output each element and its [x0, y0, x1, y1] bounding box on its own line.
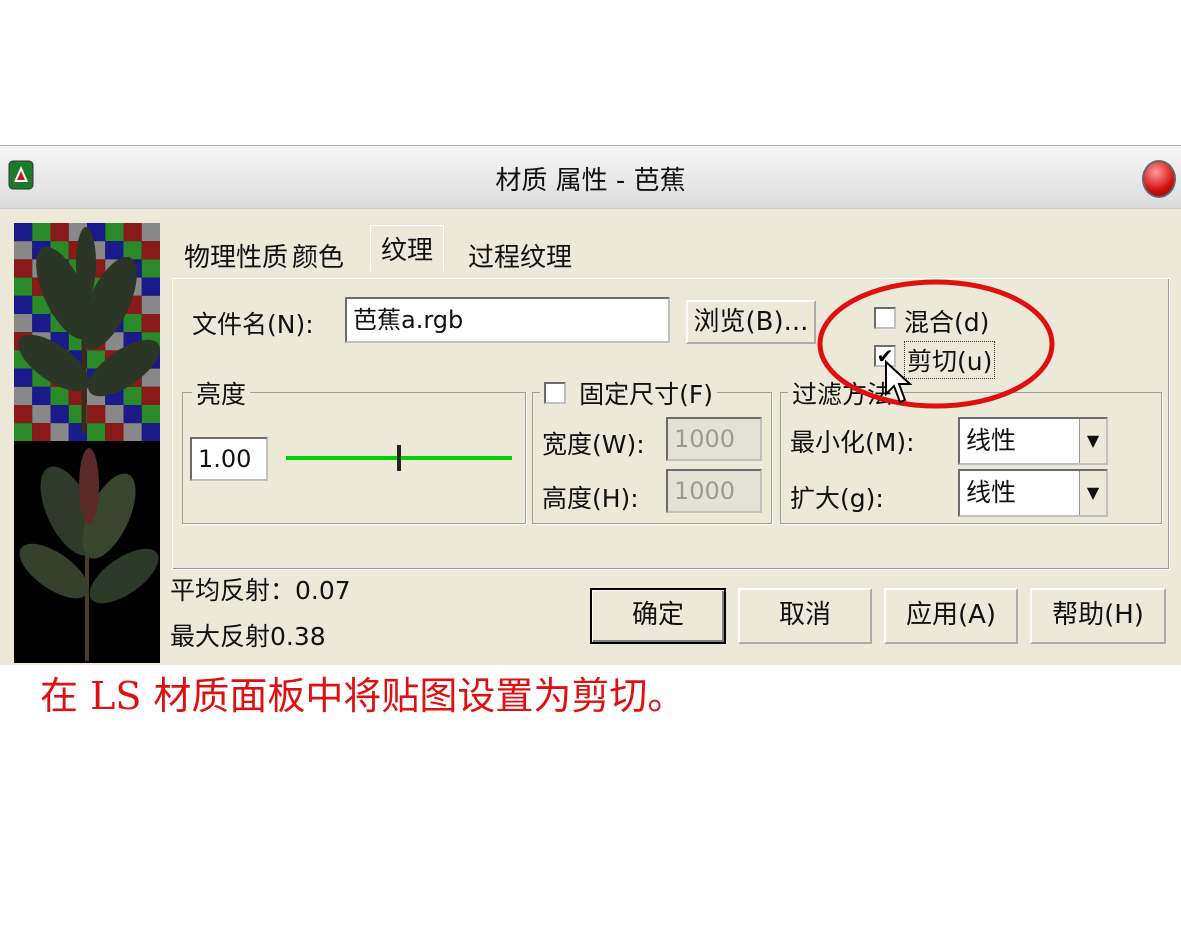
height-label: 高度(H): [542, 484, 639, 513]
fixed-size-checkbox[interactable] [544, 382, 566, 404]
annotation-circle [817, 279, 1055, 409]
max-reflect-text: 最大反射0.38 [170, 622, 326, 651]
minimize-label: 最小化(M): [790, 428, 915, 457]
fixed-size-label: 固定尺寸(F) [579, 380, 713, 409]
title-bar: 材质 属性 - 芭蕉 [0, 145, 1181, 209]
browse-button[interactable]: 浏览(B)... [686, 300, 816, 344]
width-label: 宽度(W): [542, 430, 645, 459]
close-button[interactable] [1142, 160, 1176, 198]
tab-texture[interactable]: 纹理 [370, 225, 445, 271]
avg-reflect-text: 平均反射：0.07 [170, 576, 351, 605]
magnify-select[interactable]: 线性 ▼ [958, 469, 1108, 517]
minimize-select[interactable]: 线性 ▼ [958, 417, 1108, 465]
leaf-preview [14, 441, 160, 663]
chevron-down-icon[interactable]: ▼ [1079, 419, 1106, 463]
file-name-input[interactable]: 芭蕉a.rgb [345, 297, 670, 343]
cancel-button[interactable]: 取消 [738, 588, 872, 644]
fixed-size-header: 固定尺寸(F) [540, 375, 717, 411]
minimize-value: 线性 [966, 426, 1017, 455]
chevron-down-icon[interactable]: ▼ [1079, 471, 1106, 515]
tab-physical[interactable]: 物理性质 [184, 237, 288, 274]
window-title: 材质 属性 - 芭蕉 [495, 166, 686, 196]
brightness-label: 亮度 [192, 375, 251, 411]
help-button[interactable]: 帮助(H) [1030, 588, 1166, 644]
texture-preview [14, 223, 160, 663]
cursor-icon [885, 360, 912, 404]
tab-procedural-texture[interactable]: 过程纹理 [468, 237, 572, 274]
checker-preview [14, 223, 160, 441]
magnify-label: 扩大(g): [790, 484, 884, 513]
width-input[interactable]: 1000 [666, 417, 762, 461]
brightness-input[interactable]: 1.00 [190, 437, 268, 481]
annotation-caption: 在 LS 材质面板中将贴图设置为剪切。 [40, 674, 686, 718]
brightness-slider-thumb[interactable] [397, 445, 401, 471]
ok-button[interactable]: 确定 [590, 588, 726, 644]
tab-color[interactable]: 颜色 [292, 237, 344, 274]
apply-button[interactable]: 应用(A) [884, 588, 1018, 644]
height-input[interactable]: 1000 [666, 469, 762, 513]
magnify-value: 线性 [966, 478, 1017, 507]
file-name-label: 文件名(N): [192, 310, 314, 339]
